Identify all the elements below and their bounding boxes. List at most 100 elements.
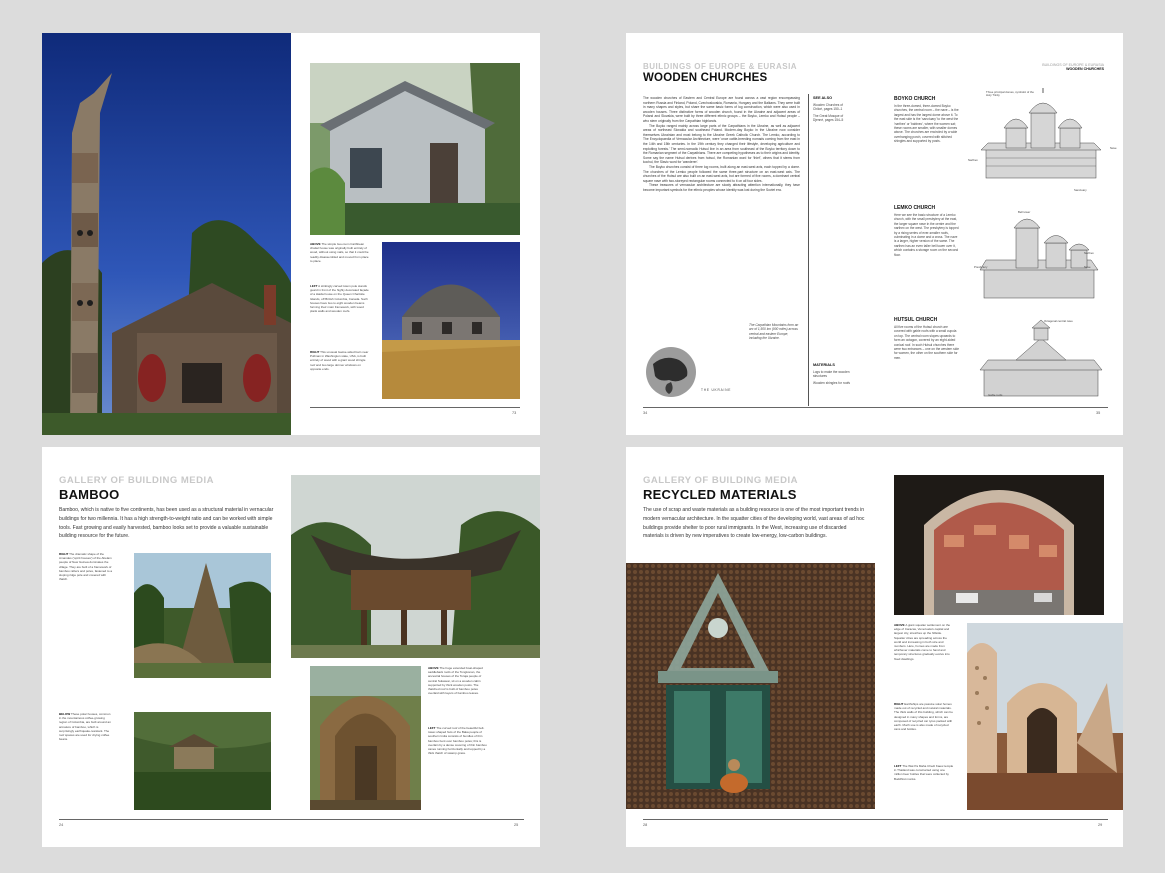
page-title: RECYCLED MATERIALS <box>643 487 797 502</box>
section-heading-lemko: LEMKO CHURCH <box>894 205 936 211</box>
caption-right: RIGHT The dramatic shape of the Amandes … <box>59 552 113 581</box>
diagram-boyko-church <box>976 88 1106 193</box>
intro-text: Bamboo, which is native to five continen… <box>59 507 274 540</box>
section-text-boyko: In the three-domed, three-domed Boyko ch… <box>894 104 959 144</box>
spread-bamboo: GALLERY OF BUILDING MEDIA BAMBOO Bamboo,… <box>42 447 540 847</box>
footer-rule <box>310 407 520 408</box>
caption-text: The dramatic shape of the Amandes ('spir… <box>59 552 113 582</box>
caption-text: The Wat Pa Maha Chedi Kaew temple in Tha… <box>894 764 954 781</box>
bottle-temple-image <box>626 563 875 809</box>
see-also-heading: SEE ALSO <box>813 96 833 100</box>
caption-text: Earthships are passive solar homes made … <box>894 702 953 732</box>
photo-caracas-squatter <box>894 475 1104 615</box>
caption-below: BELOW These polar houses, common in the … <box>59 712 113 741</box>
abelam-house-image <box>134 553 271 678</box>
page-number-right: 73 <box>512 411 517 415</box>
caption-above: ABOVE A giant squatter settlement on the… <box>894 623 954 661</box>
caracas-image <box>894 475 1104 615</box>
caption-text: This unusual twelve-sided barn near Pull… <box>310 350 369 371</box>
diagram-label: Narthex <box>968 158 978 162</box>
photo-abelam-spirit-house <box>134 553 271 678</box>
caption-above: ABOVE The simple two-room Caribbean chat… <box>310 242 370 263</box>
totem-pole-image <box>42 33 291 435</box>
body-paragraph: These treasures of vernacular architectu… <box>643 183 800 192</box>
section-heading-hutsul: HUTSUL CHURCH <box>894 317 938 323</box>
footer-rule <box>59 819 524 820</box>
caption-left: LEFT The Wat Pa Maha Chedi Kaew temple i… <box>894 764 954 781</box>
caption-right: RIGHT Earthships are passive solar homes… <box>894 702 954 731</box>
photo-round-barn <box>382 242 520 399</box>
page-number-left: 34 <box>643 411 648 415</box>
body-paragraph: The Boyko ranged mainly across large par… <box>643 123 800 165</box>
photo-totem-pole <box>42 33 291 435</box>
globe-map-image <box>646 347 696 397</box>
section-text-hutsul: All five rooms of the Hutsul church are … <box>894 325 960 360</box>
page-number-left: 24 <box>59 823 64 827</box>
photo-earthship <box>967 623 1123 810</box>
page-number-right: 25 <box>514 823 519 827</box>
body-paragraph: The wooden churches of Eastern and Centr… <box>643 96 800 123</box>
diagram-label: Nave <box>1110 146 1117 150</box>
body-paragraph: The Boyko churches consist of three log … <box>643 164 800 183</box>
spread-wooden-churches: BUILDINGS OF EUROPE & EURASIA WOODEN CHU… <box>626 33 1123 435</box>
caption-above: ABOVE The huge extended boat-shaped sadd… <box>428 666 488 695</box>
spread-recycled-materials: GALLERY OF BUILDING MEDIA RECYCLED MATER… <box>626 447 1123 847</box>
section-kicker: GALLERY OF BUILDING MEDIA <box>59 475 214 486</box>
lemko-church-drawing <box>979 218 1099 299</box>
intro-text: The use of scrap and waste materials as … <box>643 507 865 540</box>
diagram-hutsul-church <box>976 318 1106 403</box>
diagram-label: Octagonal central nave <box>1044 319 1073 323</box>
page-number-right: 29 <box>1098 823 1103 827</box>
caption-right: RIGHT This unusual twelve-sided barn nea… <box>310 350 370 371</box>
photo-chattel-house <box>310 63 520 235</box>
materials-item: Logs to make the wooden structures <box>813 370 850 379</box>
see-also-link[interactable]: The Great Mosque of Djenné, pages 154–5 <box>813 114 853 123</box>
diagram-label: Three principal domes, symbolic of the H… <box>986 90 1034 98</box>
round-barn-image <box>382 242 520 399</box>
section-text-lemko: Here we see the basic structure of a Lem… <box>894 213 959 257</box>
see-also-item: Wooden Churches of Chiloé, pages 150–1 T… <box>813 103 853 123</box>
caption-text: The curved roof of the beautiful bell-to… <box>428 726 487 756</box>
materials-list: Logs to make the wooden structures Woode… <box>813 370 851 385</box>
body-text: The wooden churches of Eastern and Centr… <box>643 96 800 192</box>
see-also-link[interactable]: Wooden Churches of Chiloé, pages 150–1 <box>813 103 853 112</box>
diagram-label: Bell tower <box>1018 210 1031 214</box>
running-head-title: WOODEN CHURCHES <box>1066 67 1104 71</box>
map-caption: The Carpathian Mountains form an arc of … <box>749 323 799 341</box>
photo-colombia-house <box>134 712 271 810</box>
tongkonan-image <box>291 475 540 658</box>
baka-hut-image <box>310 666 421 810</box>
boyko-church-drawing <box>980 88 1102 179</box>
caption-text: A giant squatter settlement on the edge … <box>894 623 951 661</box>
diagram-label: Narthex <box>1084 251 1094 255</box>
section-kicker: BUILDINGS OF EUROPE & EURASIA <box>643 62 798 71</box>
caption-text: These polar houses, common in the mounta… <box>59 712 111 742</box>
diagram-label: Presbytery <box>974 265 988 269</box>
map-carpathians <box>645 346 697 398</box>
column-divider <box>808 94 809 406</box>
footer-rule <box>643 407 1108 408</box>
diagram-lemko-church <box>976 208 1106 308</box>
page-title: BAMBOO <box>59 487 120 502</box>
diagram-label: Gable roofs <box>988 393 1003 397</box>
spread-haida-house: ABOVE The simple two-room Caribbean chat… <box>42 33 540 435</box>
section-heading-boyko: BOYKO CHURCH <box>894 96 936 102</box>
photo-bottle-temple <box>626 563 875 809</box>
page-number-left: 28 <box>643 823 648 827</box>
caption-text: A strikingly carved totem pole stands gu… <box>310 284 369 314</box>
page-title: WOODEN CHURCHES <box>643 72 768 84</box>
footer-rule <box>643 819 1108 820</box>
chattel-house-image <box>310 63 520 235</box>
hutsul-church-drawing <box>979 319 1103 397</box>
diagram-label: Nave <box>1084 265 1091 269</box>
caption-left: LEFT A strikingly carved totem pole stan… <box>310 284 370 313</box>
materials-heading: MATERIALS <box>813 363 835 367</box>
caption-text: The huge extended boat-shaped saddleback… <box>428 666 483 696</box>
materials-item: Wooden shingles for roofs <box>813 380 850 385</box>
section-kicker: GALLERY OF BUILDING MEDIA <box>643 475 798 486</box>
colombia-house-image <box>134 712 271 810</box>
running-head: BUILDINGS OF EUROPE & EURASIA WOODEN CHU… <box>1016 63 1104 71</box>
page-number-right: 35 <box>1096 411 1101 415</box>
photo-baka-hut <box>310 666 421 810</box>
earthship-image <box>967 623 1123 810</box>
